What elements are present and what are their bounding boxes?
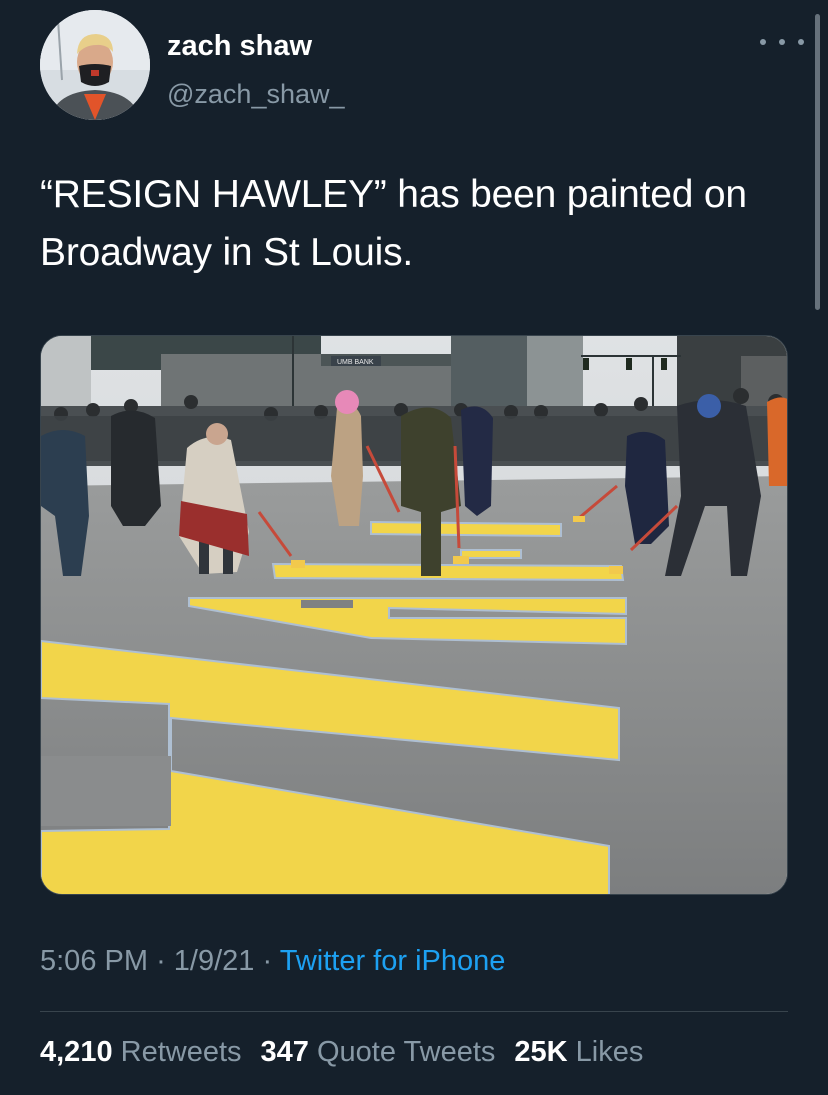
tweet-photo[interactable]: UMB BANK	[40, 335, 788, 895]
quote-tweets-label: Quote Tweets	[316, 1036, 496, 1068]
more-dot	[779, 39, 785, 45]
street-painting-photo: UMB BANK	[41, 336, 787, 894]
retweets-stat[interactable]: 4,210 Retweets	[40, 1036, 242, 1068]
likes-stat[interactable]: 25K Likes	[514, 1036, 643, 1068]
quote-tweets-stat[interactable]: 347 Quote Tweets	[261, 1036, 496, 1068]
avatar[interactable]	[40, 10, 150, 120]
tweet-date[interactable]: 1/9/21	[174, 945, 255, 977]
likes-count: 25K	[514, 1036, 568, 1068]
author-name[interactable]: zach shaw	[167, 30, 312, 63]
meta-separator: ·	[262, 945, 273, 977]
scrollbar[interactable]	[815, 14, 820, 310]
more-dot	[760, 39, 766, 45]
retweets-label: Retweets	[120, 1036, 242, 1068]
divider	[40, 1011, 788, 1012]
bank-sign-text: UMB BANK	[337, 359, 374, 366]
meta-separator: ·	[156, 945, 166, 977]
likes-label: Likes	[575, 1036, 644, 1068]
tweet-stats: 4,210 Retweets 347 Quote Tweets 25K Likes	[40, 1036, 643, 1069]
more-dot	[798, 39, 804, 45]
tweet-meta: 5:06 PM · 1/9/21 · Twitter for iPhone	[40, 945, 505, 978]
retweets-count: 4,210	[40, 1036, 113, 1068]
author-handle[interactable]: @zach_shaw_	[167, 79, 345, 110]
more-options-icon[interactable]	[760, 32, 804, 52]
tweet-time[interactable]: 5:06 PM	[40, 945, 148, 977]
tweet-source-link[interactable]: Twitter for iPhone	[280, 945, 506, 977]
quote-tweets-count: 347	[260, 1036, 309, 1068]
tweet-text: “RESIGN HAWLEY” has been painted on Broa…	[40, 173, 747, 274]
avatar-image	[40, 10, 150, 120]
tweet-header: zach shaw @zach_shaw_	[40, 10, 804, 122]
